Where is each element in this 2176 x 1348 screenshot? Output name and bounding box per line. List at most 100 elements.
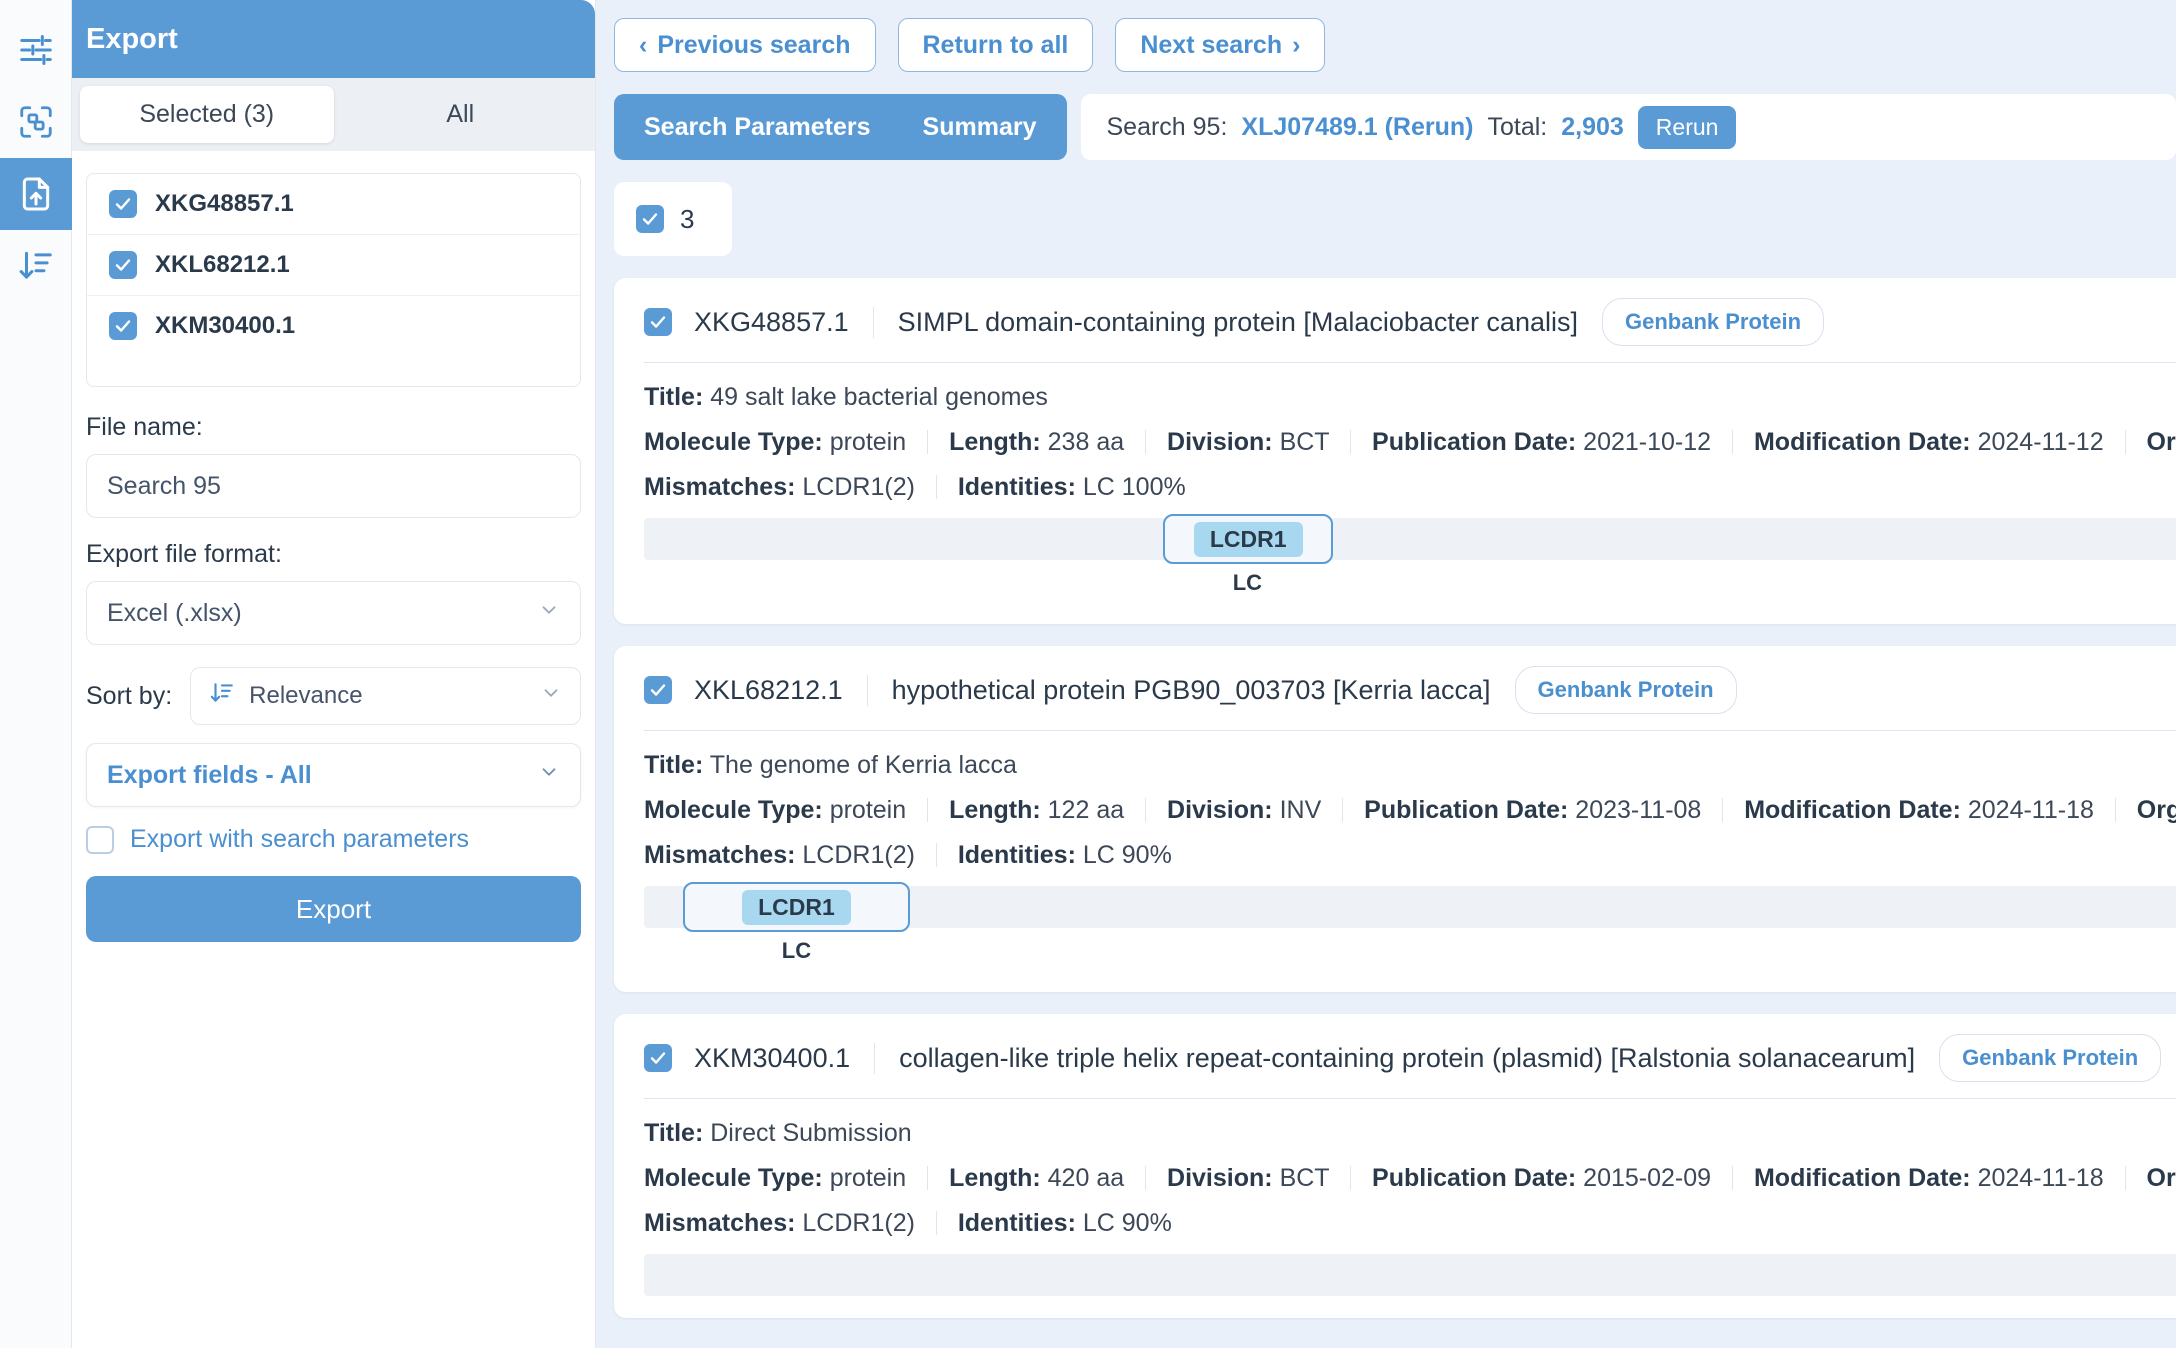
domain-track: LCDR1 bbox=[644, 518, 2176, 560]
export-with-search-parameters-row[interactable]: Export with search parameters bbox=[86, 825, 581, 854]
accession-label: XKL68212.1 bbox=[155, 251, 290, 279]
divider bbox=[1350, 430, 1351, 454]
tab-summary[interactable]: Summary bbox=[897, 94, 1063, 160]
accession-label: XKM30400.1 bbox=[155, 312, 295, 340]
main-content: ‹ Previous search Return to all Next sea… bbox=[596, 0, 2176, 1348]
return-to-all-label: Return to all bbox=[923, 31, 1069, 60]
previous-search-button[interactable]: ‹ Previous search bbox=[614, 18, 876, 72]
field-value-division: INV bbox=[1280, 796, 1322, 824]
checkbox-unchecked-icon[interactable] bbox=[86, 826, 114, 854]
result-card-header: XKM30400.1 collagen-like triple helix re… bbox=[644, 1034, 2176, 1098]
chevron-down-icon bbox=[540, 682, 562, 710]
sort-by-value: Relevance bbox=[249, 682, 526, 710]
field-value-division: BCT bbox=[1280, 1164, 1330, 1192]
checkbox-checked-icon[interactable] bbox=[109, 312, 137, 340]
field-label-division: Division: bbox=[1167, 1164, 1273, 1192]
checkbox-checked-icon[interactable] bbox=[109, 251, 137, 279]
accession-label: XKG48857.1 bbox=[155, 190, 294, 218]
sort-descending-icon bbox=[17, 247, 55, 285]
divider bbox=[644, 362, 2176, 363]
field-value-identities: LC 100% bbox=[1083, 473, 1186, 501]
tab-selected[interactable]: Selected (3) bbox=[80, 86, 334, 143]
export-panel-body: XKG48857.1 XKL68212.1 XKM30400.1 File na… bbox=[72, 151, 595, 942]
export-format-select[interactable]: Excel (.xlsx) bbox=[86, 581, 581, 645]
list-item[interactable]: XKL68212.1 bbox=[87, 235, 580, 296]
domain-track-wrapper: LCDR1 LC bbox=[644, 518, 2176, 602]
export-format-value: Excel (.xlsx) bbox=[107, 599, 242, 628]
export-file-icon bbox=[16, 174, 56, 214]
domain-region[interactable]: LCDR1 bbox=[683, 882, 910, 932]
result-accession[interactable]: XKL68212.1 bbox=[694, 675, 867, 706]
domain-track: LCDR1 bbox=[644, 886, 2176, 928]
rerun-button[interactable]: Rerun bbox=[1638, 106, 1737, 149]
export-fields-dropdown[interactable]: Export fields - All bbox=[86, 743, 581, 807]
search-navigation-bar: ‹ Previous search Return to all Next sea… bbox=[596, 0, 2176, 72]
field-label-identities: Identities: bbox=[958, 473, 1076, 501]
result-card: XKG48857.1 SIMPL domain-containing prote… bbox=[614, 278, 2176, 624]
title-value: 49 salt lake bacterial genomes bbox=[710, 383, 1048, 411]
list-item[interactable]: XKG48857.1 bbox=[87, 174, 580, 235]
result-fields-line: Molecule Type: protein Length: 238 aa Di… bbox=[644, 428, 2176, 457]
domain-label: LCDR1 bbox=[1194, 522, 1303, 557]
export-panel-title: Export bbox=[72, 0, 595, 78]
sort-by-select[interactable]: Relevance bbox=[190, 667, 581, 725]
field-value-molecule-type: protein bbox=[830, 1164, 906, 1192]
tab-all[interactable]: All bbox=[334, 86, 588, 143]
result-title-line: Title: 49 salt lake bacterial genomes bbox=[644, 383, 2176, 412]
checkbox-checked-icon[interactable] bbox=[109, 190, 137, 218]
selection-count-chip[interactable]: 3 bbox=[614, 182, 732, 256]
search-view-tabs: Search Parameters Summary bbox=[614, 94, 1067, 160]
export-panel: Export Selected (3) All XKG48857.1 XKL68… bbox=[72, 0, 596, 1348]
rail-item-export[interactable] bbox=[0, 158, 72, 230]
field-label-organism: Organism bbox=[2137, 796, 2176, 824]
next-search-label: Next search bbox=[1140, 31, 1282, 60]
result-accession[interactable]: XKG48857.1 bbox=[694, 307, 873, 338]
list-item[interactable]: XKM30400.1 bbox=[87, 296, 580, 356]
rail-item-structure[interactable] bbox=[0, 86, 72, 158]
structure-icon bbox=[17, 103, 55, 141]
chevron-down-icon bbox=[538, 761, 560, 789]
field-label-mismatches: Mismatches: bbox=[644, 473, 795, 501]
result-accession[interactable]: XKM30400.1 bbox=[694, 1043, 874, 1074]
field-label-organism: Organism bbox=[2147, 1164, 2176, 1192]
divider bbox=[1732, 430, 1733, 454]
return-to-all-button[interactable]: Return to all bbox=[898, 18, 1094, 72]
export-scope-tabs: Selected (3) All bbox=[72, 78, 595, 151]
field-value-molecule-type: protein bbox=[830, 428, 906, 456]
file-name-input[interactable]: Search 95 bbox=[86, 454, 581, 518]
rail-item-sort[interactable] bbox=[0, 230, 72, 302]
divider bbox=[644, 730, 2176, 731]
chevron-left-icon: ‹ bbox=[639, 31, 647, 60]
sort-descending-icon bbox=[209, 680, 235, 713]
divider bbox=[1145, 1166, 1146, 1190]
title-label: Title: bbox=[644, 383, 703, 411]
title-value: The genome of Kerria lacca bbox=[710, 751, 1017, 779]
field-value-length: 238 aa bbox=[1048, 428, 1124, 456]
tab-search-parameters[interactable]: Search Parameters bbox=[618, 94, 897, 160]
result-match-line: Mismatches: LCDR1(2) Identities: LC 90% bbox=[644, 841, 2176, 870]
domain-track-wrapper: LCDR1 LC bbox=[644, 886, 2176, 970]
field-label-modification-date: Modification Date: bbox=[1754, 1164, 1971, 1192]
search-accession-link[interactable]: XLJ07489.1 (Rerun) bbox=[1241, 113, 1473, 142]
field-label-molecule-type: Molecule Type: bbox=[644, 428, 823, 456]
checkbox-checked-icon[interactable] bbox=[636, 205, 664, 233]
export-format-label: Export file format: bbox=[86, 540, 581, 569]
chain-label: LC bbox=[1233, 570, 1262, 596]
search-info: Search 95: XLJ07489.1 (Rerun) Total: 2,9… bbox=[1081, 94, 2176, 160]
checkbox-checked-icon[interactable] bbox=[644, 1044, 672, 1072]
domain-region[interactable]: LCDR1 bbox=[1163, 514, 1333, 564]
divider bbox=[1732, 1166, 1733, 1190]
checkbox-checked-icon[interactable] bbox=[644, 308, 672, 336]
export-button[interactable]: Export bbox=[86, 876, 581, 942]
divider bbox=[2125, 430, 2126, 454]
field-value-publication-date: 2021-10-12 bbox=[1583, 428, 1711, 456]
checkbox-checked-icon[interactable] bbox=[644, 676, 672, 704]
source-badge[interactable]: Genbank Protein bbox=[1602, 298, 1824, 346]
field-label-division: Division: bbox=[1167, 796, 1273, 824]
source-badge[interactable]: Genbank Protein bbox=[1515, 666, 1737, 714]
source-badge[interactable]: Genbank Protein bbox=[1939, 1034, 2161, 1082]
rail-item-filters[interactable] bbox=[0, 14, 72, 86]
field-value-publication-date: 2023-11-08 bbox=[1575, 796, 1701, 824]
next-search-button[interactable]: Next search › bbox=[1115, 18, 1325, 72]
total-value: 2,903 bbox=[1561, 113, 1624, 142]
